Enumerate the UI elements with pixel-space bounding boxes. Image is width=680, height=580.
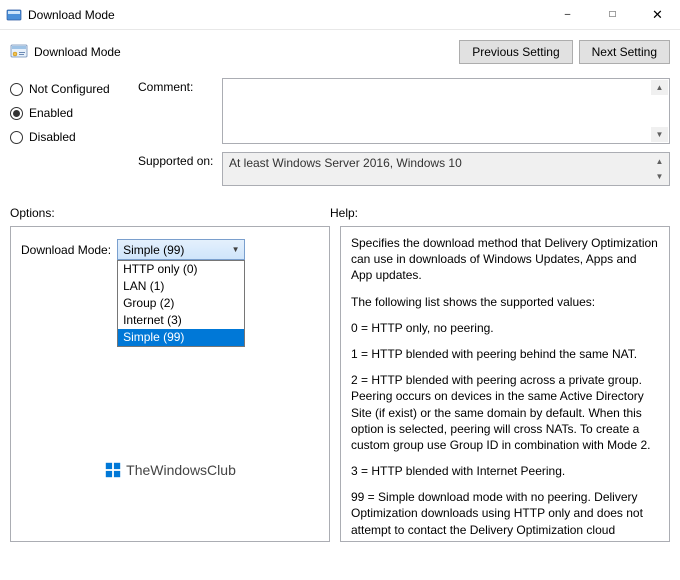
comment-textarea[interactable]: ▲ ▼ [222,78,670,144]
help-text: 0 = HTTP only, no peering. [351,320,659,336]
supported-textarea: At least Windows Server 2016, Windows 10… [222,152,670,186]
radio-disabled[interactable]: Disabled [10,130,130,144]
supported-value: At least Windows Server 2016, Windows 10 [223,153,669,175]
app-icon [6,7,22,23]
dropdown-item[interactable]: LAN (1) [118,278,244,295]
radio-label: Disabled [29,130,76,144]
download-mode-dropdown: HTTP only (0)LAN (1)Group (2)Internet (3… [117,260,245,347]
minimize-button[interactable]: – [545,0,590,29]
radio-label: Enabled [29,106,73,120]
options-panel: Download Mode: Simple (99) ▼ HTTP only (… [10,226,330,542]
dropdown-item[interactable]: Group (2) [118,295,244,312]
options-heading: Options: [10,206,330,220]
radio-enabled[interactable]: Enabled [10,106,130,120]
dropdown-item[interactable]: Internet (3) [118,312,244,329]
policy-icon [10,43,28,61]
radio-icon [10,83,23,96]
scroll-down-icon[interactable]: ▼ [651,169,668,184]
titlebar: Download Mode – □ ✕ [0,0,680,30]
watermark-text: TheWindowsClub [126,462,236,478]
scroll-up-icon[interactable]: ▲ [651,80,668,95]
radio-icon [10,131,23,144]
supported-label: Supported on: [138,152,222,168]
help-heading: Help: [330,206,670,220]
maximize-button[interactable]: □ [590,0,635,29]
comment-label: Comment: [138,78,222,94]
download-mode-combobox[interactable]: Simple (99) ▼ [117,239,245,260]
state-radios: Not Configured Enabled Disabled [10,78,130,194]
previous-setting-button[interactable]: Previous Setting [459,40,572,64]
window-title: Download Mode [28,8,545,22]
window-controls: – □ ✕ [545,0,680,29]
help-panel: Specifies the download method that Deliv… [340,226,670,542]
scroll-down-icon[interactable]: ▼ [651,127,668,142]
header: Download Mode Previous Setting Next Sett… [10,40,670,64]
help-text: Specifies the download method that Deliv… [351,235,659,284]
download-mode-label: Download Mode: [21,243,111,257]
radio-not-configured[interactable]: Not Configured [10,82,130,96]
chevron-down-icon: ▼ [227,240,244,259]
dropdown-item[interactable]: Simple (99) [118,329,244,346]
scroll-up-icon[interactable]: ▲ [651,154,668,169]
help-text: 3 = HTTP blended with Internet Peering. [351,463,659,479]
help-text: 2 = HTTP blended with peering across a p… [351,372,659,453]
watermark-icon [104,461,122,479]
next-setting-button[interactable]: Next Setting [579,40,670,64]
help-text: The following list shows the supported v… [351,294,659,310]
dropdown-item[interactable]: HTTP only (0) [118,261,244,278]
help-text: 1 = HTTP blended with peering behind the… [351,346,659,362]
radio-label: Not Configured [29,82,110,96]
page-title: Download Mode [34,45,453,59]
watermark: TheWindowsClub [11,461,329,479]
comment-value [223,79,669,85]
combobox-value: Simple (99) [123,243,184,257]
help-text: 99 = Simple download mode with no peerin… [351,489,659,542]
radio-icon [10,107,23,120]
close-button[interactable]: ✕ [635,0,680,29]
